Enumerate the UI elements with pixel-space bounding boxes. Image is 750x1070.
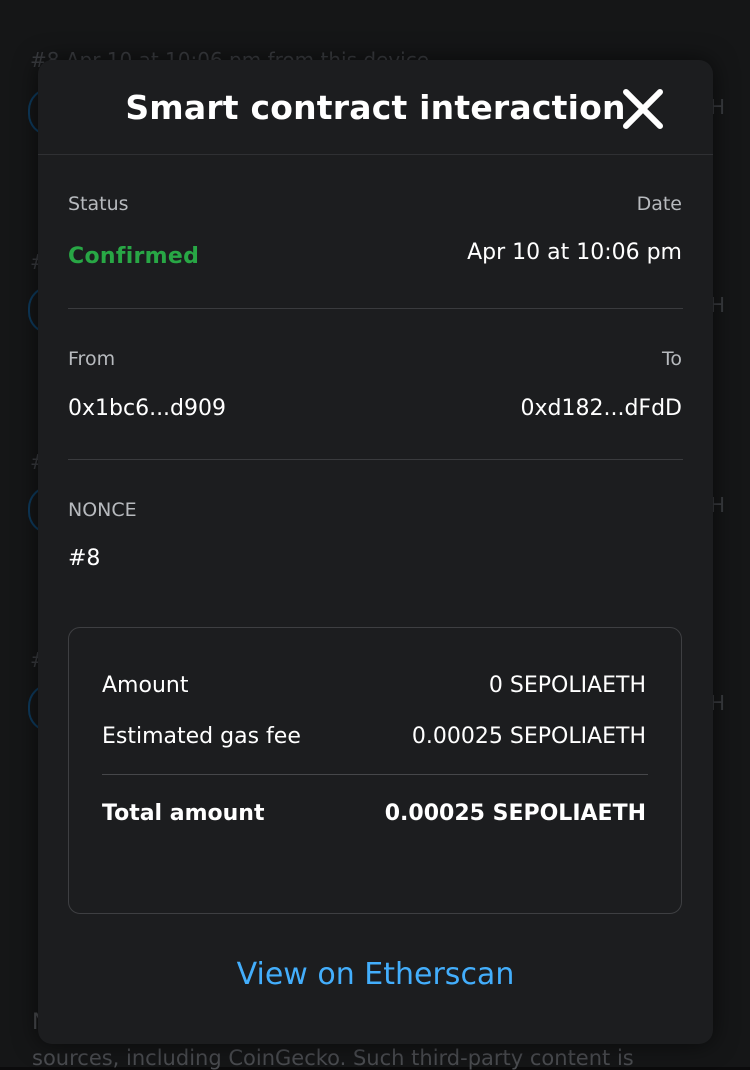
background-disclaimer-text: sources, including CoinGecko. Such third… — [32, 1046, 634, 1070]
nonce-value: #8 — [68, 546, 101, 571]
date-value: Apr 10 at 10:06 pm — [467, 240, 682, 265]
transaction-details-modal: Smart contract interaction Status Date C… — [38, 60, 713, 1044]
date-label: Date — [636, 193, 682, 215]
gas-fee-label: Estimated gas fee — [102, 724, 301, 749]
divider — [68, 459, 683, 460]
view-on-etherscan-link[interactable]: View on Etherscan — [38, 957, 713, 992]
status-label: Status — [68, 193, 129, 215]
from-label: From — [68, 348, 116, 370]
status-badge: Confirmed — [68, 244, 200, 269]
modal-header: Smart contract interaction — [38, 60, 713, 155]
fee-summary-card: Amount 0 SEPOLIAETH Estimated gas fee 0.… — [68, 627, 682, 914]
close-button[interactable] — [621, 87, 665, 131]
total-amount-label: Total amount — [102, 801, 265, 826]
modal-title: Smart contract interaction — [125, 88, 626, 127]
total-amount-value: 0.00025 SEPOLIAETH — [384, 801, 646, 826]
close-icon — [623, 89, 663, 129]
amount-label: Amount — [102, 673, 189, 698]
divider — [102, 774, 648, 775]
divider — [68, 308, 683, 309]
from-address[interactable]: 0x1bc6...d909 — [68, 396, 226, 421]
gas-fee-value: 0.00025 SEPOLIAETH — [411, 724, 646, 749]
to-address[interactable]: 0xd182...dFdD — [521, 396, 682, 421]
nonce-label: NONCE — [68, 499, 137, 521]
to-label: To — [661, 348, 682, 370]
amount-value: 0 SEPOLIAETH — [488, 673, 646, 698]
